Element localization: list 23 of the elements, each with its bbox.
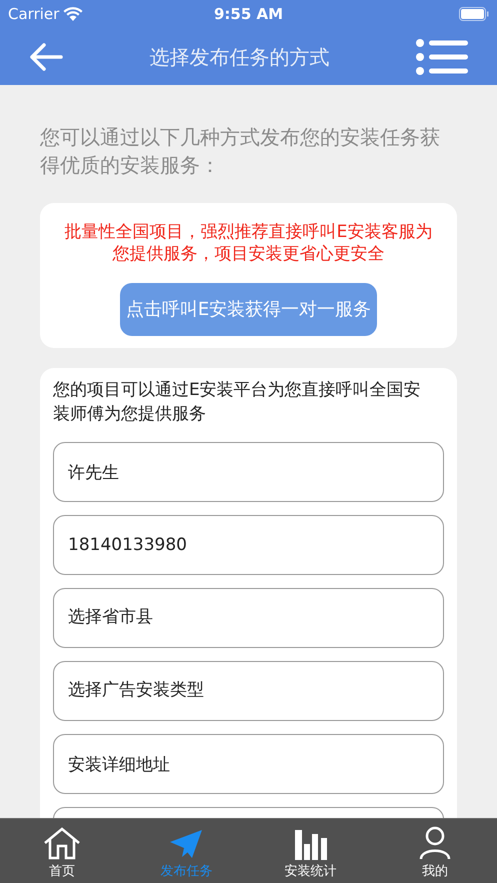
form-description: 您的项目可以通过E安装平台为您直接呼叫全国安装师傅为您提供服务 xyxy=(53,379,422,426)
tab-bar-item[interactable]: 首页 xyxy=(0,819,124,883)
select-field[interactable]: 选择广告安装类型 xyxy=(53,661,444,721)
battery-icon xyxy=(459,7,489,21)
notice-text: 批量性全国项目，强烈推荐直接呼叫E安装客服为您提供服务，项目安装更省心更安全 xyxy=(64,221,434,265)
text-field[interactable]: 18140133980 xyxy=(53,515,444,575)
wifi-icon xyxy=(63,7,84,21)
carrier-label: Carrier xyxy=(8,4,60,25)
status-time: 9:55 AM xyxy=(214,4,284,25)
text-field[interactable]: 许先生 xyxy=(53,442,444,502)
back-arrow-icon xyxy=(29,42,63,72)
user-icon xyxy=(418,826,451,860)
tab-bar-item[interactable]: 我的 xyxy=(372,819,497,883)
page-title: 选择发布任务的方式 xyxy=(150,44,330,70)
text-field[interactable]: 安装详细地址 xyxy=(53,734,444,794)
bar-chart-icon xyxy=(294,828,328,860)
tab-bar-item[interactable]: 安装统计 xyxy=(248,819,373,883)
menu-button[interactable] xyxy=(415,36,469,76)
intro-text: 您可以通过以下几种方式发布您的安装任务获得优质的安装服务： xyxy=(40,124,441,179)
menu-icon xyxy=(415,38,469,76)
home-icon xyxy=(42,826,82,860)
select-field[interactable]: 选择省市县 xyxy=(53,588,444,648)
paper-plane-icon xyxy=(168,828,204,860)
